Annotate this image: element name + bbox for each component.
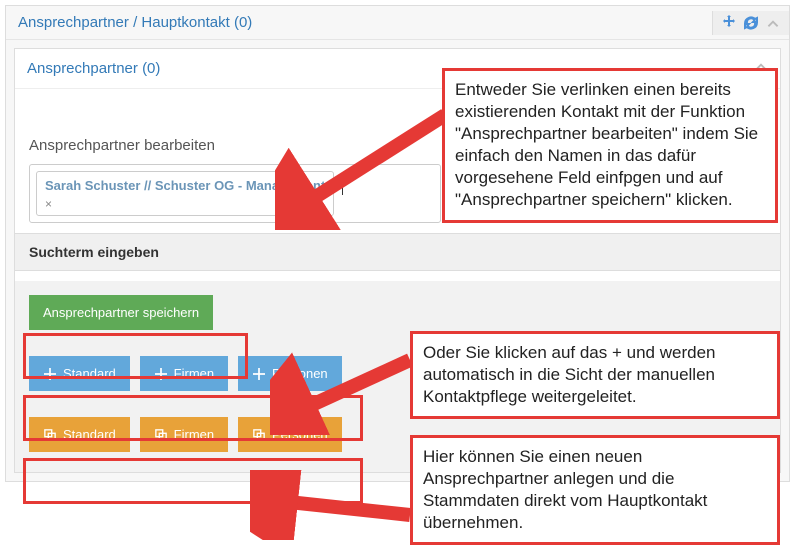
contact-tag: Sarah Schuster // Schuster OG - Manageme… <box>36 171 334 216</box>
collapse-icon[interactable] <box>765 15 781 31</box>
copy-icon <box>43 428 57 442</box>
callout-3-text: Hier können Sie einen neuen Ansprechpart… <box>423 447 707 532</box>
copy-standard-button[interactable]: Standard <box>29 417 130 452</box>
save-button-label: Ansprechpartner speichern <box>43 305 199 320</box>
callout-1: Entweder Sie verlinken einen bereits exi… <box>442 68 778 223</box>
save-button[interactable]: Ansprechpartner speichern <box>29 295 213 330</box>
copy-personen-label: Personen <box>272 427 328 442</box>
contact-tag-input[interactable]: Sarah Schuster // Schuster OG - Manageme… <box>29 164 441 223</box>
copy-personen-button[interactable]: Personen <box>238 417 342 452</box>
plus-icon <box>43 367 57 381</box>
searchterm-row[interactable]: Suchterm eingeben <box>15 233 780 271</box>
add-firmen-label: Firmen <box>174 366 214 381</box>
panel-title: Ansprechpartner / Hauptkontakt (0) <box>18 14 252 31</box>
panel-header: Ansprechpartner / Hauptkontakt (0) <box>6 6 789 40</box>
callout-1-text: Entweder Sie verlinken einen bereits exi… <box>455 80 758 209</box>
add-standard-label: Standard <box>63 366 116 381</box>
plus-icon <box>154 367 168 381</box>
panel-header-actions <box>712 11 789 35</box>
add-personen-button[interactable]: Personen <box>238 356 342 391</box>
callout-2-text: Oder Sie klicken auf das + und werden au… <box>423 343 715 406</box>
copy-icon <box>154 428 168 442</box>
add-standard-button[interactable]: Standard <box>29 356 130 391</box>
tag-remove-icon[interactable]: × <box>45 197 325 211</box>
move-icon[interactable] <box>721 15 737 31</box>
sub-panel-title: Ansprechpartner (0) <box>27 60 160 77</box>
callout-2: Oder Sie klicken auf das + und werden au… <box>410 331 780 419</box>
add-firmen-button[interactable]: Firmen <box>140 356 228 391</box>
copy-icon <box>252 428 266 442</box>
add-personen-label: Personen <box>272 366 328 381</box>
contact-tag-text: Sarah Schuster // Schuster OG - Manageme… <box>45 178 325 193</box>
copy-standard-label: Standard <box>63 427 116 442</box>
refresh-icon[interactable] <box>743 15 759 31</box>
copy-firmen-label: Firmen <box>174 427 214 442</box>
text-cursor <box>342 173 343 195</box>
copy-firmen-button[interactable]: Firmen <box>140 417 228 452</box>
callout-3: Hier können Sie einen neuen Ansprechpart… <box>410 435 780 545</box>
plus-icon <box>252 367 266 381</box>
